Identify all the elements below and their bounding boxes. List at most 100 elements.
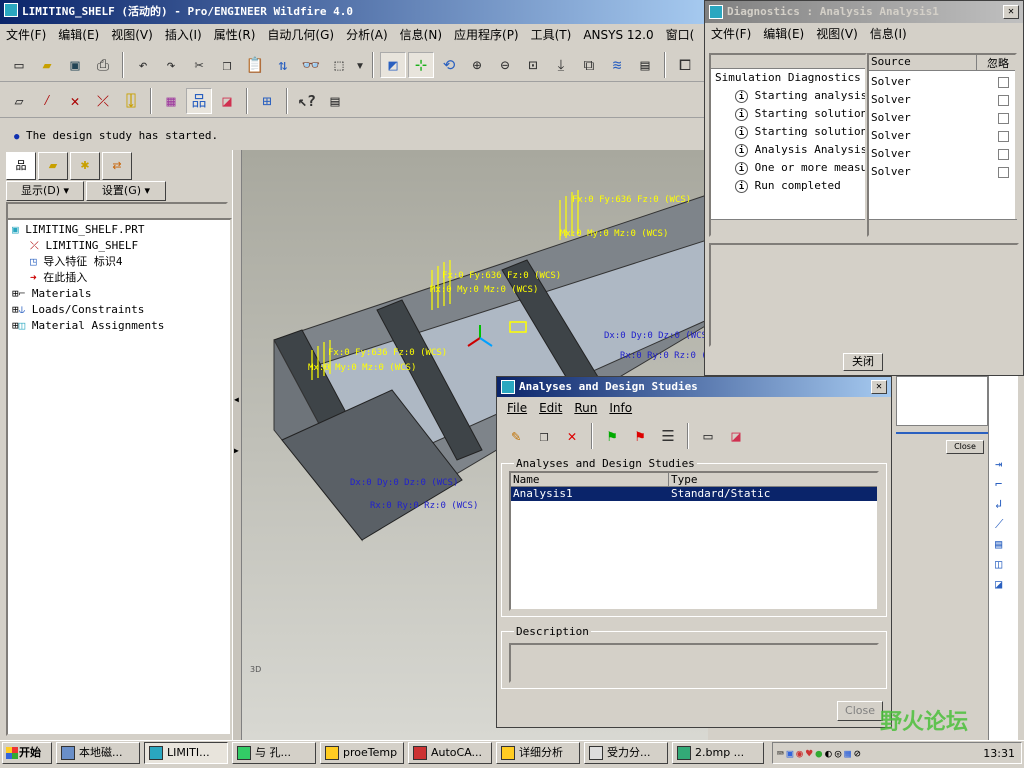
- repaint-icon[interactable]: ◩: [380, 51, 406, 78]
- tray-icon[interactable]: ▦: [844, 747, 851, 760]
- refit-icon[interactable]: ⊡: [520, 52, 546, 78]
- ignore-checkbox[interactable]: [998, 77, 1009, 88]
- network-icon[interactable]: ▣: [787, 747, 794, 760]
- undo-icon[interactable]: ↶: [130, 52, 156, 78]
- tab-favorites[interactable]: ✱: [70, 152, 100, 180]
- ignore-checkbox[interactable]: [998, 149, 1009, 160]
- report-icon[interactable]: ▤: [322, 88, 348, 114]
- tab-folder-browser[interactable]: ▰: [38, 152, 68, 180]
- tool-icon[interactable]: ⇥: [995, 454, 1018, 474]
- redo-icon[interactable]: ↷: [158, 52, 184, 78]
- zoom-in-icon[interactable]: ⊕: [464, 52, 490, 78]
- analyses-close-button[interactable]: Close: [837, 701, 883, 721]
- close-icon[interactable]: ✕: [871, 380, 887, 394]
- menu-edit[interactable]: 编辑(E): [757, 23, 810, 45]
- menu-info[interactable]: 信息(N): [394, 24, 448, 46]
- expand-icon[interactable]: ⊞: [12, 319, 19, 332]
- description-field[interactable]: [509, 643, 879, 683]
- context-help-icon[interactable]: ↖?: [294, 88, 320, 114]
- selection-box-icon[interactable]: ⬚: [326, 52, 352, 78]
- diagnostic-row[interactable]: i Starting solution: [711, 105, 865, 123]
- horizontal-scrollbar[interactable]: [711, 219, 865, 235]
- menu-edit[interactable]: 编辑(E): [52, 24, 105, 46]
- assembly-display-icon[interactable]: ⊞: [254, 88, 280, 114]
- col-source[interactable]: Source: [869, 55, 977, 70]
- results-window-icon[interactable]: ◪: [723, 423, 749, 449]
- keyboard-icon[interactable]: ⌨: [777, 747, 784, 760]
- start-run-flag-icon[interactable]: ⚑: [599, 423, 625, 449]
- csys-display-icon[interactable]: ⤫: [90, 88, 116, 114]
- tab-model-tree[interactable]: 品: [6, 152, 36, 180]
- messenger-icon[interactable]: ●: [816, 747, 823, 760]
- menu-file[interactable]: File: [501, 397, 533, 419]
- delete-icon[interactable]: ✕: [559, 423, 585, 449]
- diagnostic-row[interactable]: i One or more measur: [711, 159, 865, 177]
- cut-icon[interactable]: ✂: [186, 52, 212, 78]
- copy-icon[interactable]: ❐: [531, 423, 557, 449]
- window-icon[interactable]: ⧠: [672, 52, 698, 78]
- col-ignore[interactable]: 忽略: [977, 55, 1009, 70]
- menu-analysis[interactable]: 分析(A): [340, 24, 394, 46]
- binoculars-icon[interactable]: 👓: [298, 52, 324, 78]
- save-icon[interactable]: ▣: [62, 52, 88, 78]
- diagnostic-row[interactable]: i Starting analysis: [711, 87, 865, 105]
- diagnostics-close-button[interactable]: 关闭: [843, 353, 883, 371]
- ignore-checkbox[interactable]: [998, 95, 1009, 106]
- dropdown-arrow-icon[interactable]: ▾: [354, 52, 366, 78]
- tool-icon[interactable]: ⌐: [995, 474, 1018, 494]
- zoom-out-icon[interactable]: ⊖: [492, 52, 518, 78]
- menu-info[interactable]: 信息(I): [864, 23, 913, 45]
- taskbar-item[interactable]: 2.bmp ...: [672, 742, 764, 764]
- menu-view[interactable]: 视图(V): [105, 24, 159, 46]
- open-folder-icon[interactable]: ▰: [34, 52, 60, 78]
- settings-dropdown[interactable]: 设置(G) ▾: [86, 181, 166, 201]
- new-file-icon[interactable]: ▭: [6, 52, 32, 78]
- menu-file[interactable]: 文件(F): [705, 23, 757, 45]
- taskbar-item[interactable]: 详细分析: [496, 742, 580, 764]
- review-results-icon[interactable]: ▭: [695, 423, 721, 449]
- collapse-left-icon[interactable]: ◀: [234, 395, 239, 404]
- taskbar-item[interactable]: 本地磁...: [56, 742, 140, 764]
- expand-right-icon[interactable]: ▶: [234, 446, 239, 455]
- view-manager-icon[interactable]: ▤: [632, 52, 658, 78]
- layers-icon[interactable]: ≋: [604, 52, 630, 78]
- show-dropdown[interactable]: 显示(D) ▾: [6, 181, 84, 201]
- tool-icon[interactable]: ▤: [995, 534, 1018, 554]
- menu-insert[interactable]: 插入(I): [159, 24, 208, 46]
- results-display-icon[interactable]: ◪: [214, 88, 240, 114]
- menu-file[interactable]: 文件(F): [0, 24, 52, 46]
- status-icon[interactable]: ☰: [655, 423, 681, 449]
- diagnostic-row[interactable]: i Run completed: [711, 177, 865, 195]
- print-icon[interactable]: ⎙: [90, 52, 116, 78]
- paste-icon[interactable]: 📋: [242, 52, 268, 78]
- menu-properties[interactable]: 属性(R): [208, 24, 262, 46]
- taskbar-item[interactable]: AutoCA...: [408, 742, 492, 764]
- diagnostic-row[interactable]: i Analysis Analysis1: [711, 141, 865, 159]
- background-close-button[interactable]: Close: [946, 440, 984, 454]
- tool-icon[interactable]: ◫: [995, 554, 1018, 574]
- expand-icon[interactable]: ⊞: [12, 287, 19, 300]
- menu-run[interactable]: Run: [568, 397, 603, 419]
- menu-ansys[interactable]: ANSYS 12.0: [577, 24, 659, 46]
- mesh-display-icon[interactable]: ▦: [158, 88, 184, 114]
- table-row[interactable]: Analysis1 Standard/Static: [511, 487, 877, 501]
- menu-autogeom[interactable]: 自动几何(G): [261, 24, 340, 46]
- tree-item[interactable]: ⊞⫝ Loads/Constraints: [12, 302, 230, 318]
- tree-item[interactable]: ⤫ LIMITING_SHELF: [12, 238, 230, 254]
- tool-icon[interactable]: ↲: [995, 494, 1018, 514]
- menu-tools[interactable]: 工具(T): [525, 24, 578, 46]
- taskbar-item[interactable]: 受力分...: [584, 742, 668, 764]
- menu-applications[interactable]: 应用程序(P): [448, 24, 525, 46]
- menu-view[interactable]: 视图(V): [810, 23, 864, 45]
- tray-icon[interactable]: ⊘: [854, 747, 861, 760]
- start-button[interactable]: 开始: [2, 742, 52, 764]
- antivirus-icon[interactable]: ♥: [806, 747, 813, 760]
- tree-item[interactable]: ⊞◫ Material Assignments: [12, 318, 230, 334]
- ignore-checkbox[interactable]: [998, 131, 1009, 142]
- tool-icon[interactable]: ⟋: [995, 514, 1018, 534]
- datum-axis-display-icon[interactable]: ⁄: [34, 88, 60, 114]
- tray-icon[interactable]: ◎: [835, 747, 842, 760]
- copy-icon[interactable]: ❐: [214, 52, 240, 78]
- model-tree-display-icon[interactable]: 品: [186, 87, 212, 114]
- reorient-icon[interactable]: ⤓: [548, 52, 574, 78]
